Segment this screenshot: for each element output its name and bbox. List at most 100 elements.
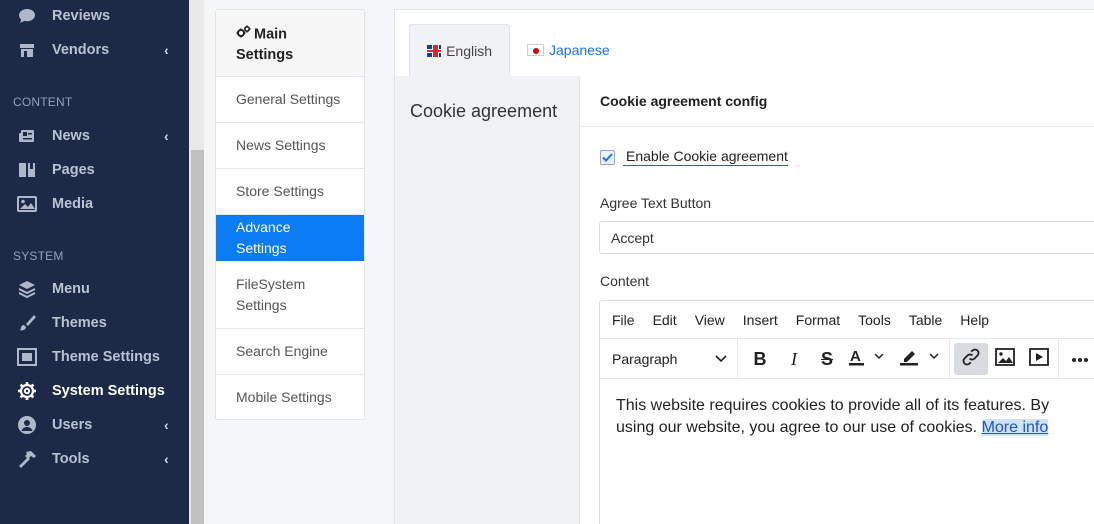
rich-text-editor[interactable]: File Edit View Insert Format Tools Table… [599, 300, 1094, 524]
sidebar-item-vendors[interactable]: Vendors ‹ [0, 35, 189, 65]
enable-cookie-label[interactable]: Enable Cookie agreement [623, 148, 788, 166]
tab-english[interactable]: English [409, 24, 510, 76]
editor-menu-insert[interactable]: Insert [734, 312, 787, 328]
toolbar-separator [1058, 339, 1059, 379]
editor-menu-view[interactable]: View [686, 312, 734, 328]
agree-text-input[interactable]: Accept [599, 221, 1094, 254]
gear-icon [17, 381, 37, 401]
sidebar-item-themes[interactable]: Themes [0, 308, 189, 338]
section-content-heading: CONTENT [13, 95, 73, 109]
block-format-value: Paragraph [612, 350, 678, 367]
chevron-left-icon: ‹ [164, 42, 169, 58]
sidebar-item-system-settings[interactable]: System Settings [0, 376, 189, 406]
sidebar-item-label: Themes [52, 315, 107, 331]
settings-menu-header: Main Settings [216, 10, 364, 77]
sidebar-item-theme-settings[interactable]: Theme Settings [0, 342, 189, 372]
image-icon [995, 347, 1015, 371]
sidebar-item-media[interactable]: Media [0, 189, 189, 219]
editor-menubar: File Edit View Insert Format Tools Table… [600, 301, 1094, 339]
sidebar-item-label: Users [52, 417, 93, 433]
theme-settings-icon [17, 347, 37, 367]
menu-item-advance-settings[interactable]: Advance Settings [216, 215, 364, 261]
users-icon [17, 415, 37, 435]
sidebar-item-users[interactable]: Users ‹ [0, 410, 189, 440]
news-icon [17, 126, 37, 146]
hammer-icon [17, 449, 37, 469]
section-title: Cookie agreement [410, 101, 558, 121]
sidebar-item-news[interactable]: News ‹ [0, 121, 189, 151]
insert-image-button[interactable] [993, 343, 1017, 375]
sidebar-item-reviews[interactable]: Reviews [0, 1, 189, 31]
editor-menu-tools[interactable]: Tools [849, 312, 900, 328]
italic-icon: I [791, 348, 797, 369]
highlight-icon [900, 348, 944, 371]
scrollbar-thumb[interactable] [191, 150, 204, 524]
insert-media-button[interactable] [1027, 343, 1051, 375]
settings-section: Cookie agreement Cookie agreement config… [395, 76, 1094, 524]
strikethrough-button[interactable]: S [815, 343, 839, 375]
menu-item-filesystem-settings[interactable]: FileSystem Settings [216, 261, 364, 329]
sidebar-item-label: Pages [52, 162, 95, 178]
agree-text-label: Agree Text Button [600, 195, 712, 211]
sidebar-item-label: System Settings [52, 383, 165, 399]
menu-item-mobile-settings[interactable]: Mobile Settings [216, 375, 364, 420]
language-tabs: English Japanese [395, 10, 1094, 76]
sidebar-item-tools[interactable]: Tools ‹ [0, 444, 189, 474]
text-color-icon: A [849, 348, 889, 371]
chevron-down-icon [715, 351, 727, 368]
menu-item-news-settings[interactable]: News Settings [216, 123, 364, 169]
media-icon [1029, 347, 1049, 371]
uk-flag-icon [427, 44, 442, 57]
enable-cookie-row[interactable]: Enable Cookie agreement [600, 148, 788, 166]
cookie-config-card: Cookie agreement config Enable Cookie ag… [579, 76, 1094, 524]
sidebar-item-label: Menu [52, 281, 90, 297]
chevron-left-icon: ‹ [164, 128, 169, 144]
editor-menu-help[interactable]: Help [951, 312, 998, 328]
link-button[interactable] [954, 343, 988, 375]
link-icon [961, 347, 981, 372]
main-panel: English Japanese Cookie agreement Cookie… [394, 9, 1094, 524]
toolbar-separator [949, 339, 950, 379]
more-button[interactable] [1068, 343, 1092, 375]
sidebar-item-label: Vendors [52, 42, 110, 58]
highlight-color-button[interactable] [898, 343, 946, 375]
editor-content[interactable]: This website requires cookies to provide… [600, 379, 1094, 455]
sidebar-item-label: Reviews [52, 8, 111, 24]
agree-text-value: Accept [611, 229, 654, 246]
block-format-select[interactable]: Paragraph [600, 338, 738, 379]
tab-japanese[interactable]: Japanese [510, 24, 627, 76]
gears-icon [236, 24, 251, 45]
menu-item-search-engine[interactable]: Search Engine [216, 329, 364, 375]
menu-item-store-settings[interactable]: Store Settings [216, 169, 364, 215]
editor-menu-format[interactable]: Format [787, 312, 849, 328]
japan-flag-icon [527, 44, 544, 56]
section-system-heading: SYSTEM [13, 249, 64, 263]
bold-button[interactable]: B [748, 343, 772, 375]
content-label: Content [600, 273, 650, 289]
more-icon [1071, 350, 1089, 368]
layers-icon [17, 279, 37, 299]
strikethrough-icon: S [820, 348, 833, 369]
sidebar: Reviews Vendors ‹ CONTENT News ‹ Pages M… [0, 0, 189, 524]
sidebar-item-label: News [52, 128, 90, 144]
enable-cookie-checkbox[interactable] [600, 149, 615, 165]
editor-menu-edit[interactable]: Edit [644, 312, 686, 328]
editor-menu-table[interactable]: Table [900, 312, 951, 328]
more-info-link[interactable]: More info [981, 419, 1049, 436]
svg-text:A: A [850, 348, 861, 365]
store-icon [17, 40, 37, 60]
pages-icon [17, 160, 37, 180]
chevron-left-icon: ‹ [164, 451, 169, 467]
menu-item-general-settings[interactable]: General Settings [216, 77, 364, 123]
settings-menu: Main Settings General Settings News Sett… [215, 9, 365, 420]
italic-button[interactable]: I [782, 343, 806, 375]
editor-toolbar: Paragraph B I S A [600, 338, 1094, 379]
sidebar-item-menu[interactable]: Menu [0, 274, 189, 304]
comment-icon [17, 6, 37, 26]
tab-english-label: English [446, 42, 492, 59]
editor-menu-file[interactable]: File [603, 312, 644, 328]
text-color-button[interactable]: A [847, 343, 891, 375]
chevron-left-icon: ‹ [164, 417, 169, 433]
sidebar-item-pages[interactable]: Pages [0, 155, 189, 185]
sidebar-item-label: Tools [52, 451, 90, 467]
